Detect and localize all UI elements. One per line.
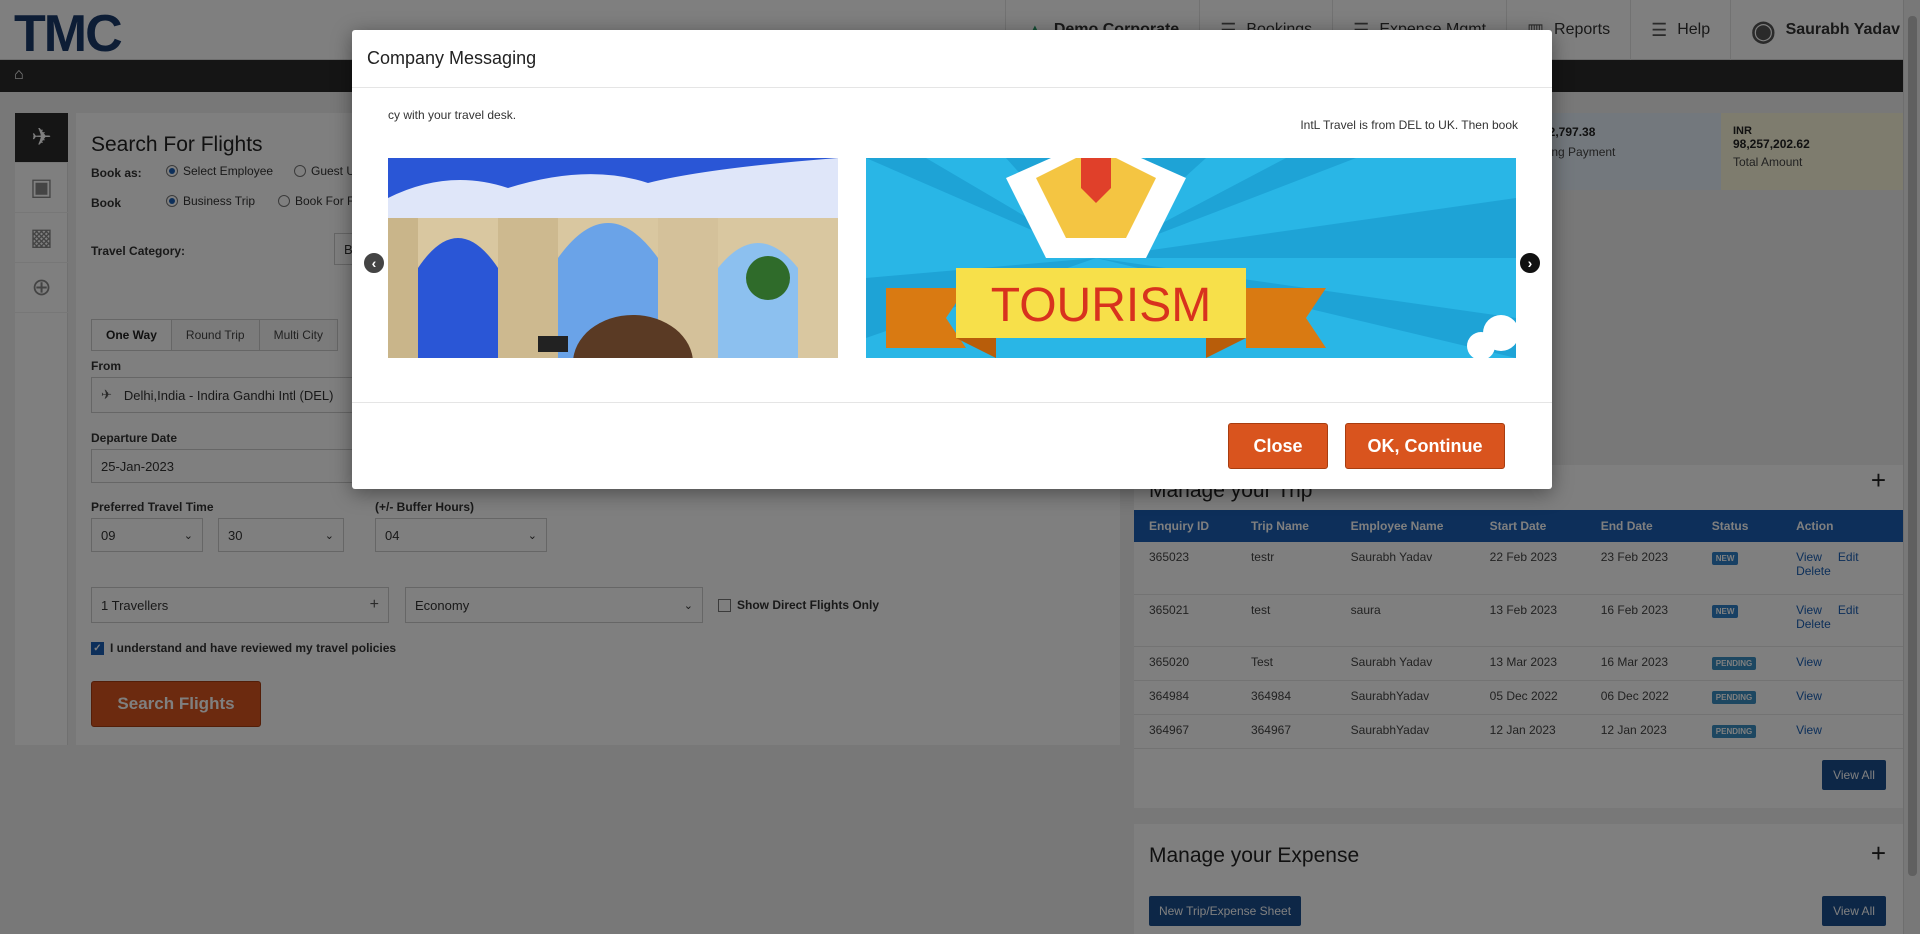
message-text-left: cy with your travel desk.: [388, 108, 517, 122]
modal-footer: Close OK, Continue: [352, 402, 1552, 489]
tourism-banner-text: TOURISM: [991, 279, 1211, 332]
carousel-prev-icon[interactable]: ‹: [362, 251, 386, 275]
carousel-image-travel-photo: [388, 158, 838, 358]
travel-photo-illustration: [388, 158, 838, 358]
tourism-illustration: TOURISM: [866, 158, 1516, 358]
message-text-right: IntL Travel is from DEL to UK. Then book: [1300, 118, 1518, 132]
ok-continue-button[interactable]: OK, Continue: [1345, 423, 1505, 469]
modal-title: Company Messaging: [352, 30, 1552, 88]
modal-body: cy with your travel desk. IntL Travel is…: [352, 88, 1552, 402]
close-button[interactable]: Close: [1228, 423, 1328, 469]
company-messaging-modal: Company Messaging cy with your travel de…: [352, 30, 1552, 489]
carousel-image-tourism: TOURISM: [866, 158, 1516, 358]
carousel-next-icon[interactable]: ›: [1518, 251, 1542, 275]
